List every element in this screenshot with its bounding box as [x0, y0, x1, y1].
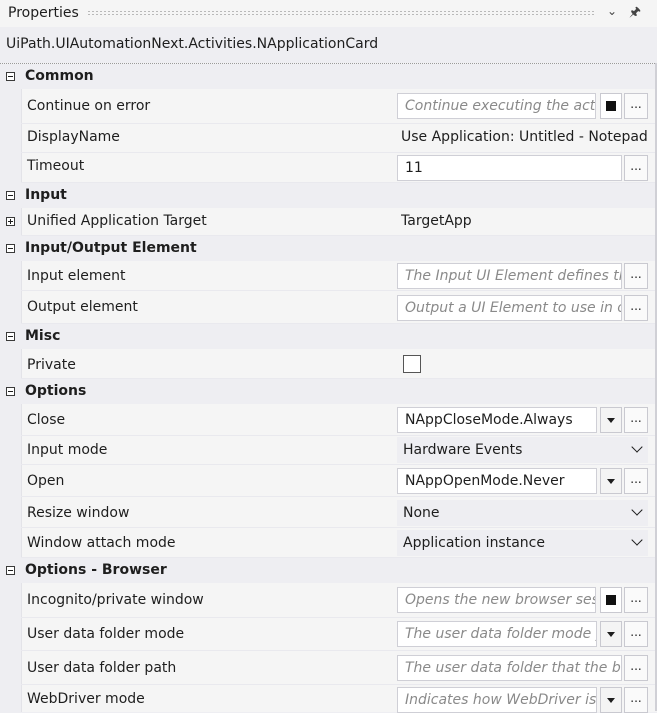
prop-unified-application-target: Unified Application Target TargetApp — [0, 208, 657, 236]
category-label: Input/Output Element — [25, 240, 197, 256]
prop-label: Output element — [27, 299, 138, 315]
resize-window-select[interactable]: None — [397, 500, 648, 526]
category-options[interactable]: Options — [0, 379, 657, 404]
user-data-folder-path-field[interactable]: The user data folder that the bro — [397, 655, 622, 681]
category-label: Input — [25, 187, 67, 203]
prop-label: User data folder mode — [27, 626, 185, 642]
expand-icon[interactable] — [6, 217, 15, 226]
webdriver-mode-ellipsis-button[interactable]: ... — [624, 687, 648, 713]
prop-window-attach-mode: Window attach mode Application instance — [0, 528, 657, 558]
prop-label: Input element — [27, 268, 126, 284]
prop-webdriver-mode: WebDriver mode Indicates how WebDriver i… — [0, 685, 657, 713]
window-position-chevron-icon[interactable]: ⌄ — [607, 4, 617, 18]
category-input[interactable]: Input — [0, 183, 657, 208]
close-ellipsis-button[interactable]: ... — [624, 407, 648, 433]
properties-titlebar: Properties ⌄ 🖈 — [0, 0, 657, 27]
timeout-field[interactable]: 11 — [397, 155, 622, 181]
prop-resize-window: Resize window None — [0, 497, 657, 528]
category-label: Options - Browser — [25, 562, 167, 578]
incognito-ellipsis-button[interactable]: ... — [624, 587, 648, 613]
incognito-field[interactable]: Opens the new browser sessi — [397, 587, 596, 613]
prop-timeout: Timeout 11 ... — [0, 153, 657, 183]
prop-label: Continue on error — [27, 98, 151, 114]
prop-open: Open NAppOpenMode.Never ... — [0, 465, 657, 497]
user-data-folder-path-ellipsis-button[interactable]: ... — [624, 655, 648, 681]
category-label: Misc — [25, 328, 61, 344]
category-label: Options — [25, 383, 87, 399]
prop-label: Input mode — [27, 442, 108, 458]
resize-window-value: None — [403, 505, 440, 521]
collapse-icon[interactable] — [6, 72, 15, 81]
selected-type-name: UiPath.UIAutomationNext.Activities.NAppl… — [0, 27, 657, 63]
chevron-down-icon — [631, 441, 643, 453]
window-attach-mode-select[interactable]: Application instance — [397, 530, 648, 556]
property-grid: Common Continue on error Continue execut… — [0, 63, 657, 713]
timeout-ellipsis-button[interactable]: ... — [624, 155, 648, 181]
category-options-browser[interactable]: Options - Browser — [0, 558, 657, 583]
panel-title: Properties — [8, 5, 79, 21]
output-element-ellipsis-button[interactable]: ... — [624, 295, 648, 321]
prop-label: Timeout — [27, 158, 85, 174]
input-element-ellipsis-button[interactable]: ... — [624, 263, 648, 289]
continue-on-error-toggle[interactable] — [600, 93, 622, 119]
category-label: Common — [25, 68, 94, 84]
category-common[interactable]: Common — [0, 64, 657, 89]
prop-label: User data folder path — [27, 660, 177, 676]
collapse-icon[interactable] — [6, 332, 15, 341]
continue-on-error-ellipsis-button[interactable]: ... — [624, 93, 648, 119]
input-mode-value: Hardware Events — [403, 442, 523, 458]
collapse-icon[interactable] — [6, 387, 15, 396]
prop-label: Open — [27, 473, 65, 489]
user-data-folder-mode-dropdown-button[interactable] — [600, 621, 622, 647]
prop-user-data-folder-mode: User data folder mode The user data fold… — [0, 618, 657, 651]
prop-input-mode: Input mode Hardware Events — [0, 436, 657, 465]
prop-close: Close NAppCloseMode.Always ... — [0, 404, 657, 436]
chevron-down-icon — [631, 534, 643, 546]
prop-input-element: Input element The Input UI Element defin… — [0, 261, 657, 291]
chevron-down-icon — [631, 504, 643, 516]
collapse-icon[interactable] — [6, 566, 15, 575]
close-field[interactable]: NAppCloseMode.Always — [397, 407, 597, 433]
prop-incognito-private-window: Incognito/private window Opens the new b… — [0, 583, 657, 618]
unified-target-value[interactable]: TargetApp — [401, 213, 472, 229]
webdriver-mode-dropdown-button[interactable] — [600, 687, 622, 713]
category-misc[interactable]: Misc — [0, 324, 657, 349]
prop-continue-on-error: Continue on error Continue executing the… — [0, 89, 657, 124]
incognito-toggle[interactable] — [600, 587, 622, 613]
display-name-value[interactable]: Use Application: Untitled - Notepad — [401, 129, 648, 145]
window-attach-mode-value: Application instance — [403, 535, 545, 551]
continue-on-error-field[interactable]: Continue executing the activ — [397, 93, 596, 119]
prop-label: Private — [27, 357, 76, 373]
input-element-field[interactable]: The Input UI Element defines the — [397, 263, 622, 289]
user-data-folder-mode-ellipsis-button[interactable]: ... — [624, 621, 648, 647]
prop-label: Close — [27, 412, 66, 428]
close-dropdown-button[interactable] — [600, 407, 622, 433]
input-mode-select[interactable]: Hardware Events — [397, 437, 648, 463]
collapse-icon[interactable] — [6, 244, 15, 253]
pin-icon[interactable]: 🖈 — [629, 3, 641, 25]
prop-user-data-folder-path: User data folder path The user data fold… — [0, 651, 657, 685]
prop-label: Unified Application Target — [27, 213, 207, 229]
title-grip[interactable] — [87, 10, 595, 16]
prop-label: Resize window — [27, 505, 130, 521]
category-input-output-element[interactable]: Input/Output Element — [0, 236, 657, 261]
prop-label: Incognito/private window — [27, 592, 204, 608]
prop-label: WebDriver mode — [27, 691, 145, 707]
collapse-icon[interactable] — [6, 191, 15, 200]
open-ellipsis-button[interactable]: ... — [624, 468, 648, 494]
prop-label: DisplayName — [27, 129, 120, 145]
webdriver-mode-field[interactable]: Indicates how WebDriver is u — [397, 687, 597, 713]
prop-display-name: DisplayName Use Application: Untitled - … — [0, 124, 657, 153]
user-data-folder-mode-field[interactable]: The user data folder mode yo — [397, 621, 597, 647]
private-checkbox[interactable] — [403, 355, 421, 373]
prop-private: Private — [0, 349, 657, 379]
prop-output-element: Output element Output a UI Element to us… — [0, 291, 657, 324]
output-element-field[interactable]: Output a UI Element to use in ot — [397, 295, 622, 321]
open-dropdown-button[interactable] — [600, 468, 622, 494]
open-field[interactable]: NAppOpenMode.Never — [397, 468, 597, 494]
prop-label: Window attach mode — [27, 535, 176, 551]
